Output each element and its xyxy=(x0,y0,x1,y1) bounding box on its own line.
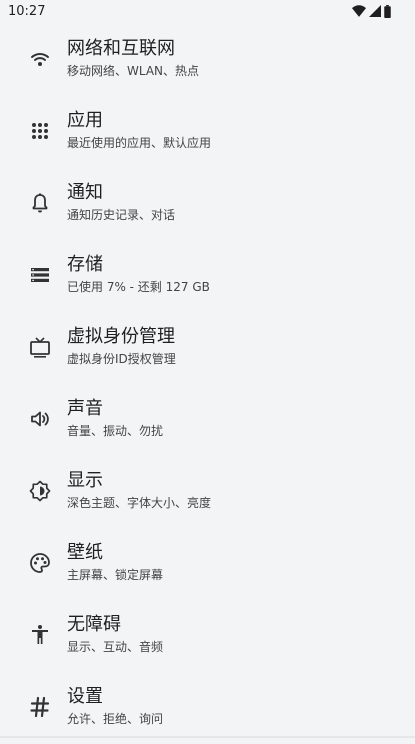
bell-icon xyxy=(28,191,52,215)
palette-icon xyxy=(28,551,52,575)
storage-icon xyxy=(28,263,52,287)
settings-item-subtitle: 音量、振动、勿扰 xyxy=(67,423,163,439)
brightness-icon xyxy=(28,479,52,503)
apps-grid-icon xyxy=(28,119,52,143)
status-bar: 10:27 xyxy=(0,0,415,24)
settings-item-virtual-identity[interactable]: 虚拟身份管理 虚拟身份ID授权管理 xyxy=(0,312,415,384)
settings-item-accessibility[interactable]: 无障碍 显示、互动、音频 xyxy=(0,600,415,672)
settings-list: 网络和互联网 移动网络、WLAN、热点 应用 最近使用的应用、默认应用 通知 通… xyxy=(0,24,415,744)
settings-item-title: 网络和互联网 xyxy=(67,38,175,60)
cell-signal-icon xyxy=(369,5,381,17)
settings-item-subtitle: 通知历史记录、对话 xyxy=(67,207,175,223)
settings-item-title: 存储 xyxy=(67,254,103,276)
settings-item-storage[interactable]: 存储 已使用 7% - 还剩 127 GB xyxy=(0,240,415,312)
hash-icon xyxy=(28,695,52,719)
wifi-icon xyxy=(352,5,366,17)
settings-item-settings[interactable]: 设置 允许、拒绝、询问 xyxy=(0,672,415,744)
settings-item-subtitle: 虚拟身份ID授权管理 xyxy=(67,351,176,367)
settings-item-title: 应用 xyxy=(67,110,103,132)
settings-item-subtitle: 移动网络、WLAN、热点 xyxy=(67,63,199,79)
settings-item-title: 虚拟身份管理 xyxy=(67,326,175,348)
volume-icon xyxy=(28,407,52,431)
settings-item-title: 声音 xyxy=(67,398,103,420)
settings-item-subtitle: 最近使用的应用、默认应用 xyxy=(67,135,211,151)
settings-item-subtitle: 深色主题、字体大小、亮度 xyxy=(67,495,211,511)
tv-icon xyxy=(28,335,52,359)
settings-item-subtitle: 允许、拒绝、询问 xyxy=(67,711,163,727)
settings-item-title: 无障碍 xyxy=(67,614,121,636)
settings-item-sound[interactable]: 声音 音量、振动、勿扰 xyxy=(0,384,415,456)
settings-item-subtitle: 已使用 7% - 还剩 127 GB xyxy=(67,279,210,295)
settings-item-subtitle: 显示、互动、音频 xyxy=(67,639,163,655)
status-icons xyxy=(352,4,391,18)
settings-item-notifications[interactable]: 通知 通知历史记录、对话 xyxy=(0,168,415,240)
settings-item-title: 设置 xyxy=(67,686,103,708)
accessibility-icon xyxy=(28,623,52,647)
settings-item-wallpaper[interactable]: 壁纸 主屏幕、锁定屏幕 xyxy=(0,528,415,600)
battery-icon xyxy=(384,5,391,18)
wifi-icon xyxy=(28,47,52,71)
settings-item-title: 显示 xyxy=(67,470,103,492)
settings-item-title: 壁纸 xyxy=(67,542,103,564)
status-time: 10:27 xyxy=(8,4,45,19)
settings-item-network[interactable]: 网络和互联网 移动网络、WLAN、热点 xyxy=(0,24,415,96)
settings-item-subtitle: 主屏幕、锁定屏幕 xyxy=(67,567,163,583)
settings-item-title: 通知 xyxy=(67,182,103,204)
settings-item-display[interactable]: 显示 深色主题、字体大小、亮度 xyxy=(0,456,415,528)
settings-item-apps[interactable]: 应用 最近使用的应用、默认应用 xyxy=(0,96,415,168)
